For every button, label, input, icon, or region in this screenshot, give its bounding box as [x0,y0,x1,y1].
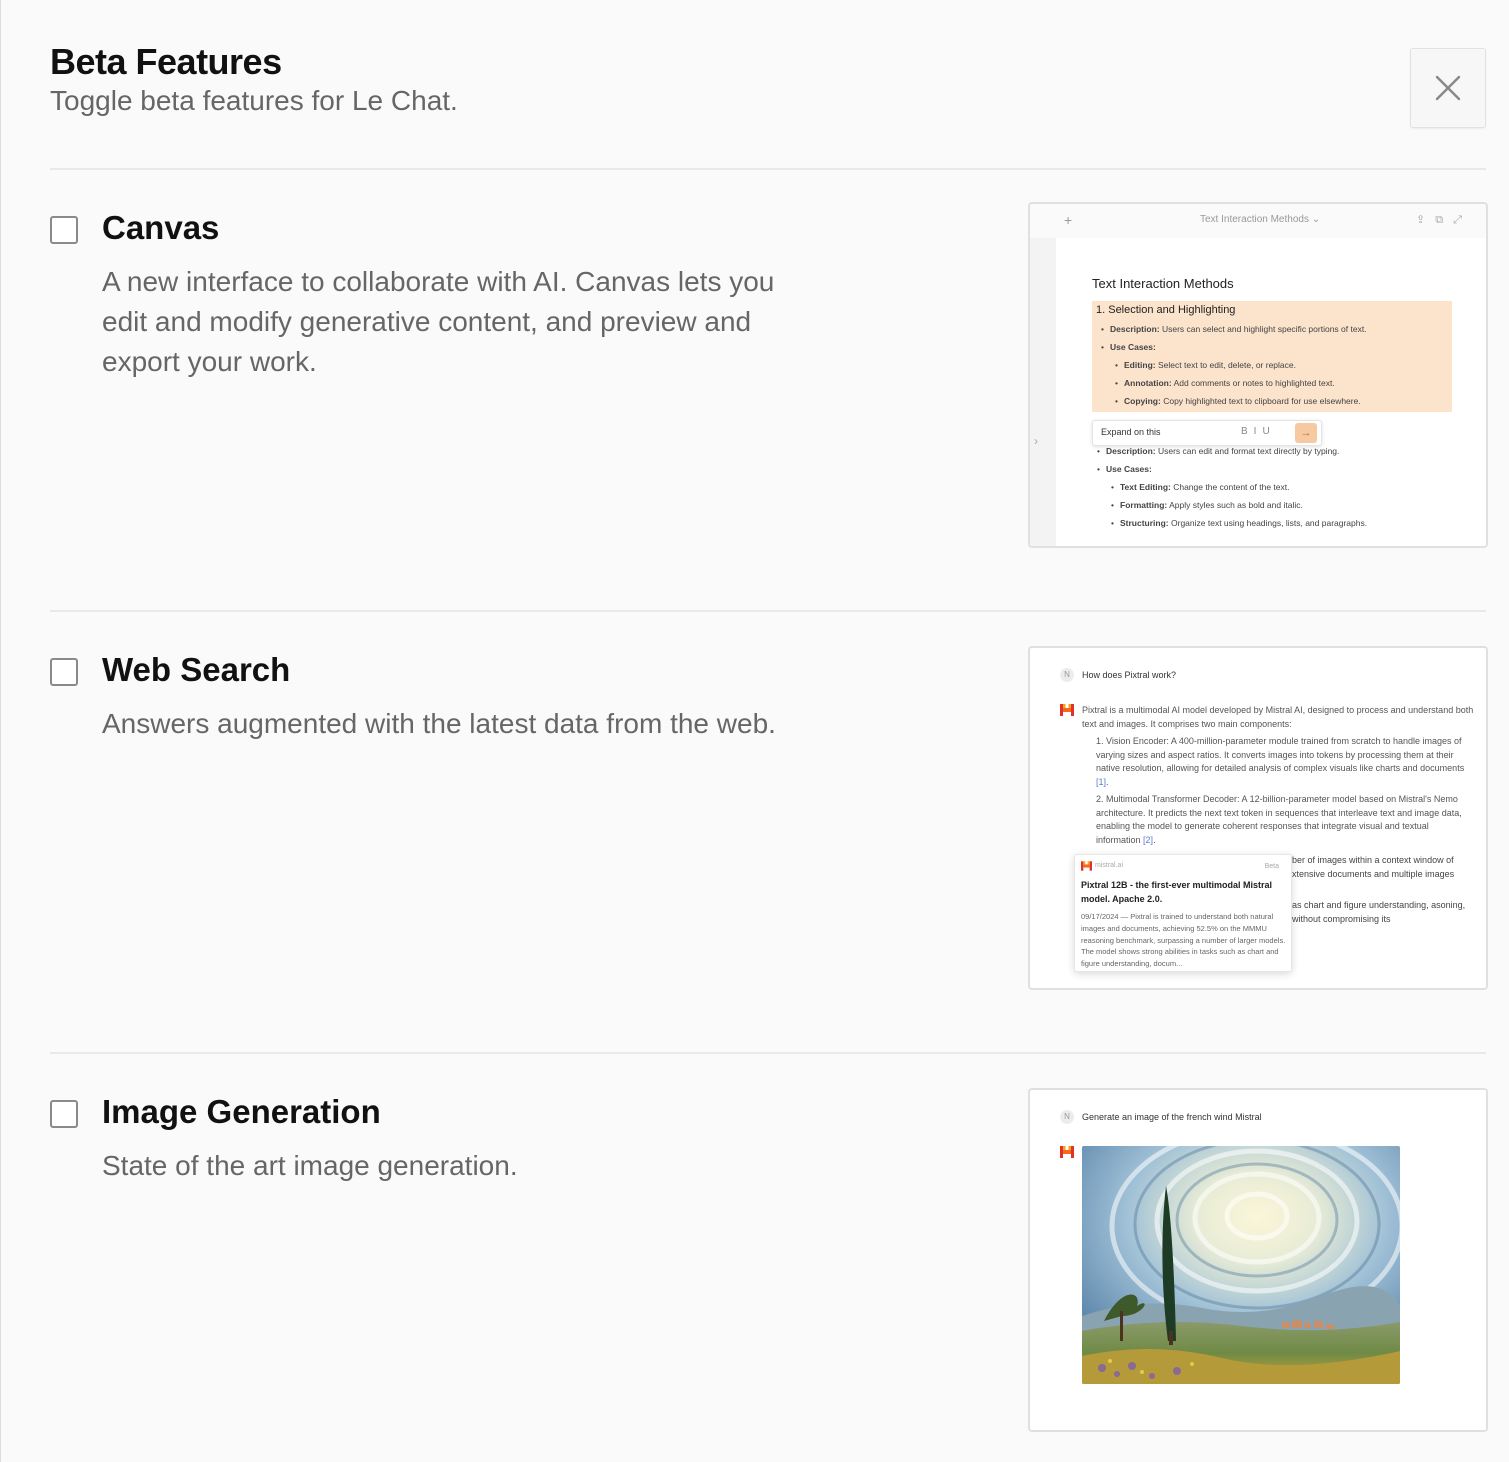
feature-title: Web Search [102,651,291,688]
preview-tab-title: Text Interaction Methods ⌄ [1200,214,1321,225]
chevron-right-icon: › [1034,434,1038,448]
list-item: Use Cases: [1092,460,1462,478]
divider [50,168,1486,170]
window-edge [0,0,1,1462]
popup-badge: Beta [1264,863,1279,870]
canvas-checkbox[interactable] [50,216,78,244]
popup-source: mistral.ai [1095,862,1124,869]
preview-question: How does Pixtral work? [1082,670,1177,680]
selection-toolbar: Expand on this BIU → [1092,420,1322,446]
generated-image [1082,1146,1400,1384]
feature-canvas: Canvas A new interface to collaborate wi… [50,202,1488,556]
feature-description: A new interface to collaborate with AI. … [102,266,775,377]
popup-title: Pixtral 12B - the first-ever multimodal … [1081,880,1273,904]
highlighted-section: 1. Selection and Highlighting Descriptio… [1092,301,1452,412]
feature-title: Image Generation [102,1093,381,1130]
list-item: Description: Users can select and highli… [1096,320,1448,338]
page-subtitle: Toggle beta features for Le Chat. [50,85,458,116]
close-button[interactable] [1410,48,1486,128]
divider [50,610,1486,612]
modal-header: Beta Features Toggle beta features for L… [50,40,458,118]
list-item: Use Cases: [1096,338,1448,356]
popup-description: 09/17/2024 — Pixtral is trained to under… [1081,912,1286,969]
list-item: Text Editing: Change the content of the … [1092,478,1462,496]
format-icons: BIU [1241,426,1276,437]
source-popup: mistral.ai Beta Pixtral 12B - the first-… [1074,854,1292,972]
mistral-logo-icon [1060,704,1074,716]
feature-web-search: Web Search Answers augmented with the la… [50,646,1488,998]
list-item: Formatting: Apply styles such as bold an… [1092,496,1462,514]
list-item: Structuring: Organize text using heading… [1092,514,1462,532]
plus-icon: + [1064,212,1073,228]
answer-point: 2. Multimodal Transformer Decoder: A 12-… [1096,794,1462,845]
answer-point: 1. Vision Encoder: A 400-million-paramet… [1096,736,1465,787]
toolbar-prompt: Expand on this [1101,427,1161,437]
web-search-preview-image: N How does Pixtral work? Pixtral is a mu… [1028,646,1488,990]
preview-answer: Pixtral is a multimodal AI model develop… [1082,704,1474,847]
feature-description: Answers augmented with the latest data f… [102,708,776,739]
close-icon [1435,75,1461,101]
share-copy-expand-icons: ⇪⧉⤢ [1416,214,1472,226]
preview-section-title: 1. Selection and Highlighting [1096,304,1236,316]
answer-intro: Pixtral is a multimodal AI model develop… [1082,705,1474,729]
mistral-logo-icon [1081,861,1092,871]
list-item: Copying: Copy highlighted text to clipbo… [1096,392,1448,410]
preview-document: Text Interaction Methods 1. Selection an… [1092,276,1462,532]
mistral-logo-icon [1060,1146,1074,1158]
list-item: Editing: Select text to edit, delete, or… [1096,356,1448,374]
feature-title: Canvas [102,209,220,246]
preview-sidebar: › [1030,238,1056,546]
user-avatar: N [1060,668,1074,682]
image-generation-preview-image: N Generate an image of the french wind M… [1028,1088,1488,1432]
canvas-preview-image: + Text Interaction Methods ⌄ ⇪⧉⤢ › Text … [1028,202,1488,548]
preview-question: Generate an image of the french wind Mis… [1082,1112,1262,1122]
web-search-checkbox[interactable] [50,658,78,686]
user-avatar: N [1060,1110,1074,1124]
list-item: Annotation: Add comments or notes to hig… [1096,374,1448,392]
answer-tail: ber of images within a context window of… [1292,854,1472,926]
answer-tail-line: as chart and figure understanding, asoni… [1292,900,1466,924]
feature-image-generation: Image Generation State of the art image … [50,1088,1488,1440]
answer-tail-line: ber of images within a context window of… [1292,855,1455,879]
feature-description: State of the art image generation. [102,1150,518,1181]
image-generation-checkbox[interactable] [50,1100,78,1128]
page-title: Beta Features [50,41,282,82]
preview-doc-title: Text Interaction Methods [1092,276,1234,291]
send-arrow-icon: → [1295,423,1317,443]
divider [50,1052,1486,1054]
preview-topbar: + Text Interaction Methods ⌄ ⇪⧉⤢ [1030,204,1486,238]
